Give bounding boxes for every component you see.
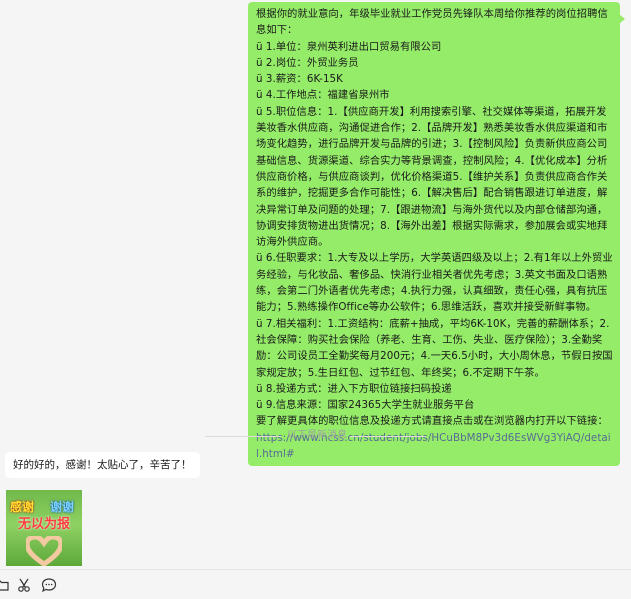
chat-bubble-icon[interactable] — [41, 577, 57, 593]
sticker-text: 谢谢 — [50, 500, 75, 514]
message-line: ü 3.薪资：6K-15K — [256, 73, 343, 86]
message-line: ü 9.信息来源：国家24365大学生就业服务平台 — [256, 399, 475, 412]
heart-hands-icon — [26, 536, 62, 566]
message-line: ü 5.职位信息：1.【供应商开发】利用搜索引擎、社交媒体等渠道，拓展开发美妆香… — [256, 105, 608, 249]
sticker-text: 无以为报 — [18, 517, 71, 532]
divider-rule — [350, 436, 426, 437]
thank-you-sticker[interactable]: 感谢 谢谢 无以为报 — [6, 490, 82, 566]
scissors-icon[interactable] — [17, 577, 33, 593]
received-message-bubble[interactable]: 好的好的，感谢！太贴心了，辛苦了！ — [5, 452, 200, 478]
chat-history[interactable]: 根据你的就业意向，年级毕业就业工作党员先锋队本周给你推荐的岗位招聘信息如下： ü… — [0, 0, 631, 569]
input-toolbar — [0, 569, 631, 599]
message-line: ü 6.任职要求：1.大专及以上学历，大学英语四级及以上；2.有1年以上外贸业务… — [256, 252, 613, 314]
sticker-text: 感谢 — [10, 500, 35, 514]
new-messages-divider: 以下是新消息 — [0, 430, 631, 442]
sent-message-bubble[interactable]: 根据你的就业意向，年级毕业就业工作党员先锋队本周给你推荐的岗位招聘信息如下： ü… — [248, 2, 625, 467]
message-line: 根据你的就业意向，年级毕业就业工作党员先锋队本周给你推荐的岗位招聘信息如下： — [256, 8, 608, 37]
divider-label: 以下是新消息 — [287, 430, 347, 441]
message-line: 要了解更具体的职位信息及投递方式请直接点击或在浏览器内打开以下链接： — [256, 415, 608, 428]
message-line: ü 7.相关福利：1.工资结构：底薪+抽成，平均6K-10K，完善的薪酬体系；2… — [256, 317, 613, 379]
received-message-text: 好的好的，感谢！太贴心了，辛苦了！ — [13, 459, 192, 471]
message-line: ü 2.岗位：外贸业务员 — [256, 56, 359, 69]
message-line: ü 8.投递方式：进入下方职位链接扫码投递 — [256, 382, 452, 395]
folder-icon[interactable] — [0, 577, 10, 593]
divider-rule — [205, 436, 281, 437]
message-line: ü 1.单位：泉州英利进出口贸易有限公司 — [256, 40, 442, 53]
message-line: ü 4.工作地点：福建省泉州市 — [256, 89, 390, 102]
